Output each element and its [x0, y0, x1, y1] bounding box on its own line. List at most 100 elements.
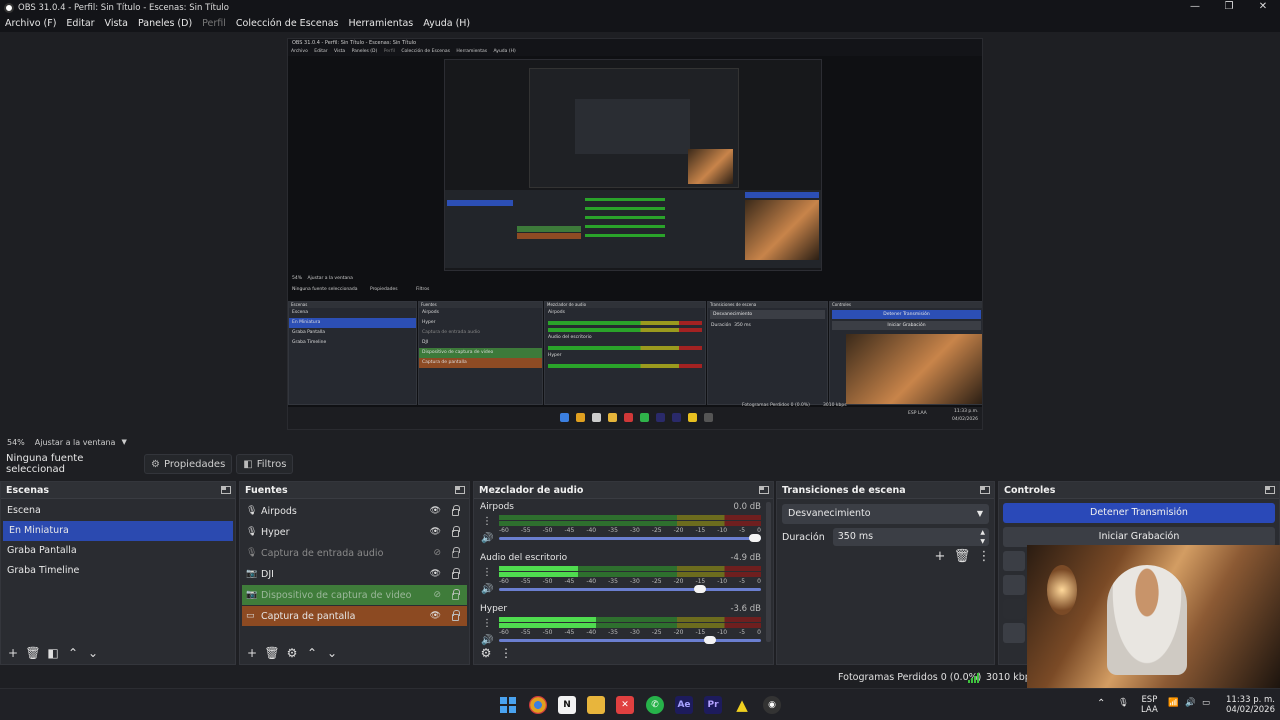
menu-coleccion-escenas[interactable]: Colección de Escenas	[236, 18, 339, 29]
source-item-captura-pantalla[interactable]: ▭ Captura de pantalla 👁	[242, 606, 467, 626]
lock-icon[interactable]	[452, 547, 460, 558]
premiere-icon[interactable]: Pr	[704, 696, 722, 714]
studio-mode-button[interactable]	[1003, 575, 1025, 595]
kebab-menu-icon[interactable]: ⋮	[497, 644, 515, 662]
add-source-icon[interactable]: +	[243, 644, 261, 662]
sources-footer: + 🗑 ⚙ ⌃ ⌄	[240, 642, 469, 664]
volume-knob[interactable]	[693, 585, 706, 593]
filters-icon[interactable]: ◧	[44, 644, 62, 662]
volume-slider[interactable]	[499, 585, 761, 593]
eye-icon[interactable]: 👁	[430, 506, 441, 516]
properties-button[interactable]: ⚙ Propiedades	[144, 454, 233, 474]
transition-select[interactable]: Desvanecimiento ▼	[782, 504, 989, 524]
eye-hidden-icon[interactable]: ⊘	[433, 548, 441, 558]
scene-item-escena[interactable]: Escena	[1, 501, 235, 521]
volume-tray-icon[interactable]: 🔊	[1185, 698, 1196, 720]
undock-icon[interactable]	[221, 486, 231, 494]
duration-input[interactable]: 350 ms ▲ ▼	[832, 528, 989, 546]
source-item-airpods[interactable]: 🎙 Airpods 👁	[242, 501, 467, 521]
lock-icon[interactable]	[452, 505, 460, 516]
kebab-menu-icon[interactable]: ⋮	[482, 567, 492, 578]
chrome-icon[interactable]	[529, 696, 547, 714]
chevron-down-icon[interactable]: ▼	[121, 438, 126, 446]
windows-start-icon[interactable]	[499, 696, 517, 714]
wifi-icon[interactable]: 📶	[1168, 698, 1179, 720]
spinner-icon[interactable]: ▲ ▼	[980, 528, 985, 546]
source-item-hyper[interactable]: 🎙 Hyper 👁	[242, 522, 467, 542]
whatsapp-icon[interactable]: ✆	[646, 696, 664, 714]
mixer-scrollbar[interactable]	[766, 502, 771, 642]
obs-taskbar-icon[interactable]: ◉	[763, 696, 781, 714]
eye-icon[interactable]: 👁	[430, 611, 441, 621]
source-item-dispositivo-captura-video[interactable]: 📷 Dispositivo de captura de video ⊘	[242, 585, 467, 605]
kebab-menu-icon[interactable]: ⋮	[482, 516, 492, 527]
gear-icon[interactable]: ⚙	[283, 644, 301, 662]
eye-icon[interactable]: 👁	[430, 569, 441, 579]
undock-icon[interactable]	[455, 486, 465, 494]
deeper-webcam	[688, 149, 733, 184]
menu-editar[interactable]: Editar	[66, 18, 94, 29]
undock-icon[interactable]	[1265, 486, 1275, 494]
undock-icon[interactable]	[980, 486, 990, 494]
folder-icon[interactable]	[587, 696, 605, 714]
volume-knob[interactable]	[749, 534, 761, 542]
fit-to-window-select[interactable]: Ajustar a la ventana	[35, 438, 116, 447]
filters-button[interactable]: ◧ Filtros	[236, 454, 294, 474]
close-icon[interactable]: ✕	[1246, 0, 1280, 15]
lock-icon[interactable]	[452, 589, 460, 600]
lock-icon[interactable]	[452, 526, 460, 537]
scene-item-graba-timeline[interactable]: Graba Timeline	[1, 561, 235, 581]
minimize-icon[interactable]: —	[1178, 0, 1212, 15]
menu-ayuda[interactable]: Ayuda (H)	[423, 18, 470, 29]
source-item-captura-entrada-audio[interactable]: 🎙 Captura de entrada audio ⊘	[242, 543, 467, 563]
speaker-icon[interactable]: 🔊	[481, 533, 493, 544]
settings-button[interactable]	[1003, 599, 1025, 619]
chevron-up-icon[interactable]: ⌃	[1097, 698, 1105, 720]
menu-herramientas[interactable]: Herramientas	[349, 18, 414, 29]
move-down-icon[interactable]: ⌄	[84, 644, 102, 662]
microphone-tray-icon[interactable]: 🎙	[1118, 698, 1129, 720]
maximize-icon[interactable]: ❐	[1212, 0, 1246, 15]
notion-icon[interactable]: N	[558, 696, 576, 714]
eye-hidden-icon[interactable]: ⊘	[433, 590, 441, 600]
menu-paneles[interactable]: Paneles (D)	[138, 18, 192, 29]
nested-mixer-ch: Hyper	[548, 353, 562, 358]
stop-stream-button[interactable]: Detener Transmisión	[1003, 503, 1275, 523]
source-item-dji[interactable]: 📷 DJI 👁	[242, 564, 467, 584]
preview-canvas[interactable]: OBS 31.0.4 - Perfil: Sin Título - Escena…	[287, 38, 983, 430]
lock-icon[interactable]	[452, 610, 460, 621]
advanced-audio-gear-icon[interactable]: ⚙	[477, 644, 495, 662]
trash-icon[interactable]: 🗑	[24, 644, 42, 662]
lock-icon[interactable]	[452, 568, 460, 579]
meter-bar-left	[499, 617, 761, 622]
trash-icon[interactable]: 🗑	[951, 549, 973, 564]
volume-slider[interactable]	[499, 534, 761, 542]
capcut-icon[interactable]: ✕	[616, 696, 634, 714]
trash-icon[interactable]: 🗑	[263, 644, 281, 662]
undock-icon[interactable]	[759, 486, 769, 494]
scene-item-graba-pantalla[interactable]: Graba Pantalla	[1, 541, 235, 561]
warning-app-icon[interactable]: ▲	[733, 696, 751, 714]
menu-archivo[interactable]: Archivo (F)	[5, 18, 56, 29]
add-transition-icon[interactable]: +	[929, 549, 951, 564]
start-recording-button[interactable]: Iniciar Grabación	[1003, 527, 1275, 547]
mixer-footer: ⚙ ⋮	[474, 642, 773, 664]
menu-vista[interactable]: Vista	[105, 18, 128, 29]
add-scene-icon[interactable]: +	[4, 644, 22, 662]
menu-perfil[interactable]: Perfil	[202, 18, 226, 29]
after-effects-icon[interactable]: Ae	[675, 696, 693, 714]
move-down-icon[interactable]: ⌄	[323, 644, 341, 662]
virtual-camera-button[interactable]	[1003, 551, 1025, 571]
speaker-icon[interactable]: 🔊	[481, 584, 493, 595]
scenes-dock-header: Escenas	[1, 482, 235, 499]
exit-button[interactable]	[1003, 623, 1025, 643]
nested-ae-icon	[656, 413, 665, 422]
move-up-icon[interactable]: ⌃	[303, 644, 321, 662]
move-up-icon[interactable]: ⌃	[64, 644, 82, 662]
kebab-menu-icon[interactable]: ⋮	[482, 618, 492, 629]
kebab-menu-icon[interactable]: ⋮	[973, 549, 995, 564]
mixer-title: Mezclador de audio	[479, 484, 584, 496]
battery-icon[interactable]: ▭	[1202, 698, 1210, 720]
eye-icon[interactable]: 👁	[430, 527, 441, 537]
scene-item-en-miniatura[interactable]: En Miniatura	[3, 521, 233, 541]
